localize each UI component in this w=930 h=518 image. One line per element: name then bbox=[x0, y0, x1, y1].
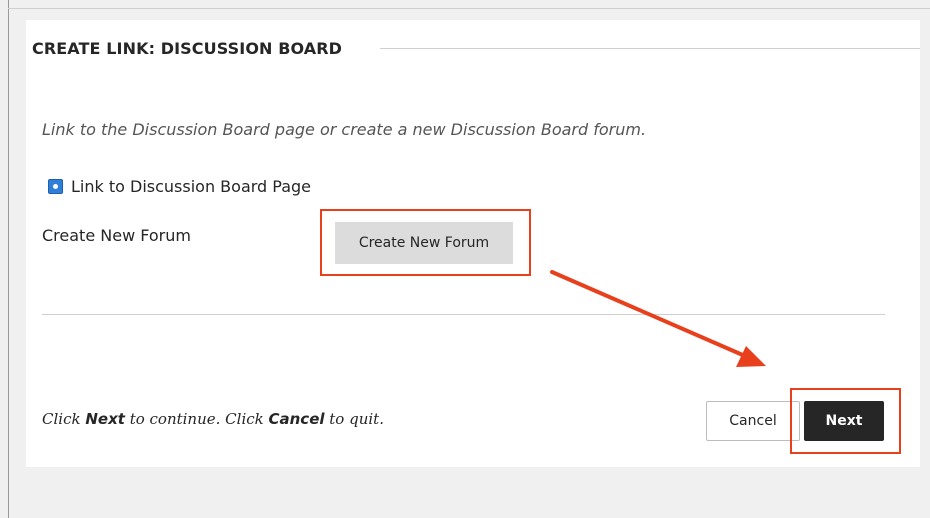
annotation-arrow bbox=[550, 270, 766, 367]
annotation-arrow-head bbox=[736, 346, 766, 367]
annotation-arrow-shaft bbox=[550, 270, 747, 358]
